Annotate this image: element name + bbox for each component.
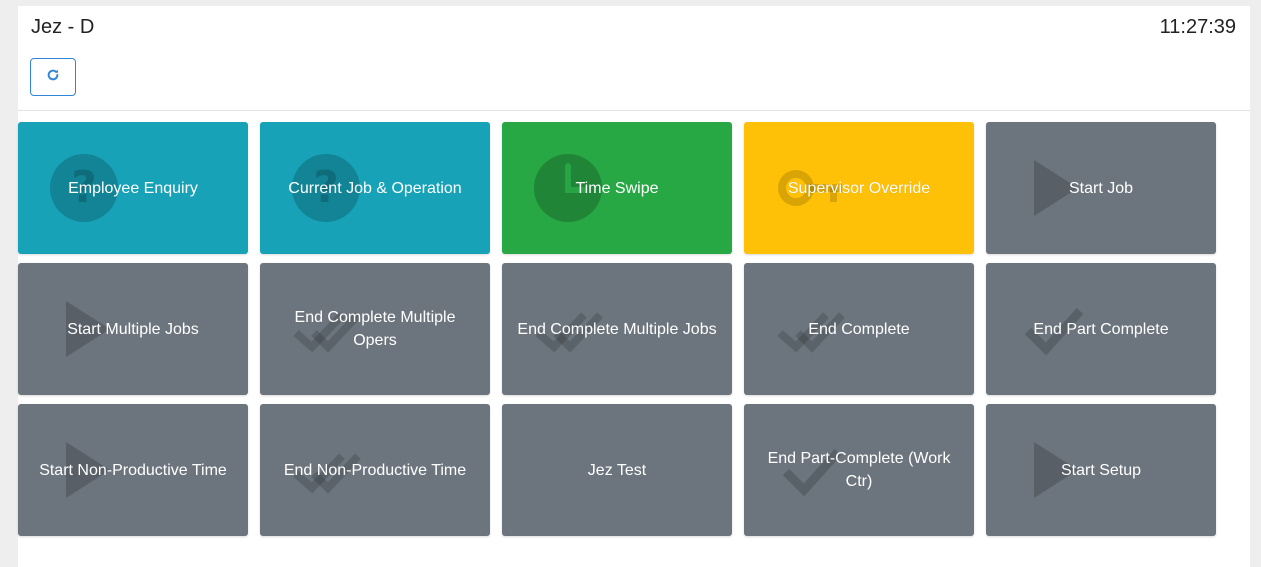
tile-label: End Non-Productive Time [283, 461, 467, 479]
tile-label: Start Non-Productive Time [39, 461, 227, 479]
tile-label: Start Multiple Jobs [67, 320, 199, 338]
tile-label: Jez Test [587, 461, 647, 479]
tile-label: Employee Enquiry [68, 179, 198, 197]
tile-current-job-operation[interactable]: ? Current Job & Operation [260, 122, 490, 254]
tile-jez-test[interactable]: Jez Test [502, 404, 732, 536]
tile-start-setup[interactable]: Start Setup [986, 404, 1216, 536]
tile-label: Time Swipe [575, 179, 659, 197]
tile-label: Supervisor Override [787, 179, 931, 197]
tile-end-part-complete-work-ctr[interactable]: End Part-Complete (Work Ctr) [744, 404, 974, 536]
tile-end-complete[interactable]: End Complete [744, 263, 974, 395]
tile-label: End Part-Complete (Work Ctr) [767, 450, 951, 490]
tile-end-complete-multiple-jobs[interactable]: End Complete Multiple Jobs [502, 263, 732, 395]
tile-label: Start Setup [1060, 461, 1142, 479]
page-title: Jez - D [31, 16, 95, 38]
tile-end-non-productive-time[interactable]: End Non-Productive Time [260, 404, 490, 536]
tile-end-complete-multiple-opers[interactable]: End Complete Multiple Opers [260, 263, 490, 395]
refresh-icon [46, 68, 60, 87]
tile-employee-enquiry[interactable]: ? Employee Enquiry [18, 122, 248, 254]
tile-label: End Complete Multiple Jobs [517, 320, 717, 338]
tile-start-multiple-jobs[interactable]: Start Multiple Jobs [18, 263, 248, 395]
tile-supervisor-override[interactable]: Supervisor Override [744, 122, 974, 254]
tile-end-part-complete[interactable]: End Part Complete [986, 263, 1216, 395]
tile-start-non-productive-time[interactable]: Start Non-Productive Time [18, 404, 248, 536]
tile-label: End Complete [808, 320, 910, 338]
clock: 11:27:39 [1159, 16, 1236, 38]
tile-label: End Part Complete [1033, 320, 1169, 338]
tile-start-job[interactable]: Start Job [986, 122, 1216, 254]
tile-label: Current Job & Operation [288, 179, 462, 197]
header: Jez - D 11:27:39 [18, 6, 1250, 111]
action-tile-grid: ? Employee Enquiry? Current Job & Operatio… [18, 122, 1216, 536]
tile-label: End Complete Multiple Opers [294, 309, 456, 349]
tile-label: Start Job [1068, 179, 1134, 197]
refresh-button[interactable] [30, 58, 76, 96]
tile-time-swipe[interactable]: Time Swipe [502, 122, 732, 254]
